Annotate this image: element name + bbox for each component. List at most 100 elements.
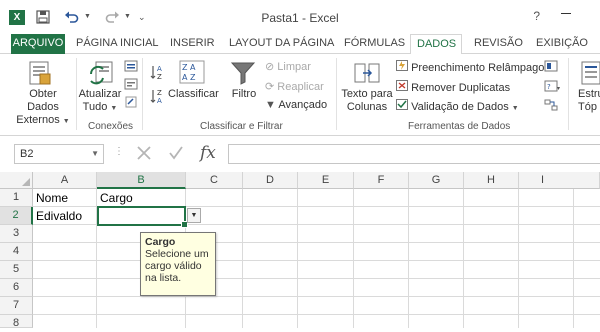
column-header-d[interactable]: D (243, 172, 298, 189)
column-header-e[interactable]: E (298, 172, 354, 189)
enter-icon[interactable] (168, 145, 184, 164)
edit-links-icon[interactable] (124, 96, 138, 111)
avancado-button[interactable]: ▼ Avançado (265, 99, 327, 111)
ribbon: Obter Dados Externos ▼ Atualizar Tudo ▼ … (0, 54, 600, 136)
tab-pagina-inicial[interactable]: PÁGINA INICIAL (70, 34, 165, 54)
validation-dropdown-icon[interactable]: ▼ (512, 105, 519, 112)
preenchimento-label: Preenchimento Relâmpago (411, 62, 545, 74)
svg-text:A Z: A Z (182, 73, 196, 82)
formula-input[interactable] (228, 144, 600, 164)
row-header-2[interactable]: 2 (0, 207, 33, 225)
atualizar-tudo-button[interactable]: Atualizar Tudo ▼ (76, 88, 124, 115)
window-title: Pasta1 - Excel (261, 11, 339, 25)
gridline (33, 260, 600, 261)
tab-layout-da-pagina[interactable]: LAYOUT DA PÁGINA (223, 34, 340, 54)
refresh-all-icon[interactable] (88, 60, 116, 89)
group-label-ferramentas-de-dados: Ferramentas de Dados (408, 121, 511, 132)
tab-formulas[interactable]: FÓRMULAS (338, 34, 411, 54)
atualizar-label-2: Tudo (82, 101, 108, 113)
sort-za-icon[interactable]: ZA (150, 88, 166, 107)
title-bar: X ▼ ▼ ⌄ Pasta1 - Excel ? (0, 0, 600, 34)
external-data-icon[interactable] (27, 60, 53, 89)
obter-dados-externos-button[interactable]: Obter Dados Externos ▼ (12, 88, 74, 128)
gridline (463, 189, 464, 328)
column-header-g[interactable]: G (409, 172, 464, 189)
relationships-icon[interactable] (544, 99, 558, 114)
tooltip-line-2: cargo válido (145, 260, 202, 272)
row-header-6[interactable]: 6 (0, 279, 33, 297)
consolidate-icon[interactable] (544, 60, 558, 75)
cell-b1[interactable]: Cargo (97, 189, 186, 207)
row-header-1[interactable]: 1 (0, 189, 33, 207)
estrutura-de-topicos-button[interactable]: Estru Tóp (578, 88, 600, 114)
text-to-columns-icon[interactable] (354, 60, 380, 89)
estrutura-label-2: Tóp (578, 101, 597, 113)
row-header-4[interactable]: 4 (0, 243, 33, 261)
reaplicar-label: Reaplicar (277, 81, 324, 93)
active-cell-b2[interactable] (97, 206, 188, 228)
tab-revisao[interactable]: REVISÃO (468, 34, 529, 54)
tab-dados[interactable]: DADOS (410, 34, 462, 55)
name-box-dropdown-icon[interactable]: ▼ (91, 145, 99, 163)
limpar-label: Limpar (277, 61, 311, 73)
row-header-7[interactable]: 7 (0, 297, 33, 315)
column-header-h[interactable]: H (464, 172, 519, 189)
svg-text:?: ? (547, 83, 551, 91)
column-header-i[interactable]: I (519, 172, 600, 189)
cell-a1[interactable]: Nome (33, 189, 97, 207)
gridline (573, 189, 574, 328)
tab-inserir[interactable]: INSERIR (164, 34, 221, 54)
filter-icon[interactable] (230, 60, 256, 89)
preenchimento-relampago-button[interactable]: Preenchimento Relâmpago (396, 60, 544, 74)
sort-dialog-icon[interactable]: Z AA Z (179, 60, 205, 87)
tab-arquivo[interactable]: ARQUIVO (11, 34, 65, 54)
formula-buttons: fx (128, 143, 223, 164)
formula-bar: B2 ▼ ⋮ fx (0, 136, 600, 170)
atualizar-label-1: Atualizar (78, 88, 122, 100)
reaplicar-button: ⟳ Reaplicar (265, 80, 324, 93)
texto-para-colunas-button[interactable]: Texto para Colunas (340, 88, 394, 114)
validation-list-dropdown-icon[interactable]: ▼ (187, 208, 201, 223)
cancel-icon[interactable] (136, 145, 152, 164)
column-header-c[interactable]: C (186, 172, 243, 189)
svg-text:Z A: Z A (182, 63, 196, 72)
validacao-label: Validação de Dados (411, 101, 509, 113)
help-icon[interactable]: ? (533, 9, 540, 23)
cell-a2[interactable]: Edivaldo (33, 207, 97, 225)
limpar-button: ⊘ Limpar (265, 60, 311, 73)
filtro-button[interactable]: Filtro (224, 88, 264, 101)
outline-icon[interactable] (580, 60, 600, 89)
gridline (33, 296, 600, 297)
classificar-button[interactable]: Classificar (168, 88, 219, 101)
column-header-f[interactable]: F (354, 172, 409, 189)
validacao-de-dados-button[interactable]: Validação de Dados ▼ (396, 99, 519, 113)
what-if-icon[interactable]: ? ▾ (544, 80, 562, 95)
remover-duplicatas-label: Remover Duplicatas (411, 82, 511, 94)
connections-icon[interactable] (124, 60, 138, 75)
separator (568, 58, 569, 130)
name-box[interactable]: B2 ▼ (14, 144, 104, 164)
gridline (518, 189, 519, 328)
svg-text:A: A (157, 97, 162, 104)
minimize-icon[interactable] (557, 2, 575, 20)
gridline (33, 242, 600, 243)
properties-icon[interactable] (124, 78, 138, 93)
remover-duplicatas-button[interactable]: Remover Duplicatas (396, 80, 510, 94)
validation-input-message: Cargo Selecione um cargo válido na lista… (140, 232, 216, 296)
group-label-conexoes: Conexões (88, 121, 134, 132)
column-header-a[interactable]: A (33, 172, 97, 189)
row-header-3[interactable]: 3 (0, 225, 33, 243)
gridline (33, 278, 600, 279)
sort-az-icon[interactable]: AZ (150, 64, 166, 83)
tab-exibicao[interactable]: EXIBIÇÃO (530, 34, 594, 54)
row-header-5[interactable]: 5 (0, 261, 33, 279)
gridline (353, 189, 354, 328)
worksheet-grid[interactable]: A B C D E F G H I 1 2 3 4 5 6 7 8 Nome C… (0, 172, 600, 329)
row-header-8[interactable]: 8 (0, 315, 33, 329)
column-header-b[interactable]: B (97, 172, 186, 189)
insert-function-icon[interactable]: fx (200, 143, 216, 163)
gridline (297, 189, 298, 328)
gridline (408, 189, 409, 328)
select-all-button[interactable] (0, 172, 33, 189)
gridline (33, 314, 600, 315)
